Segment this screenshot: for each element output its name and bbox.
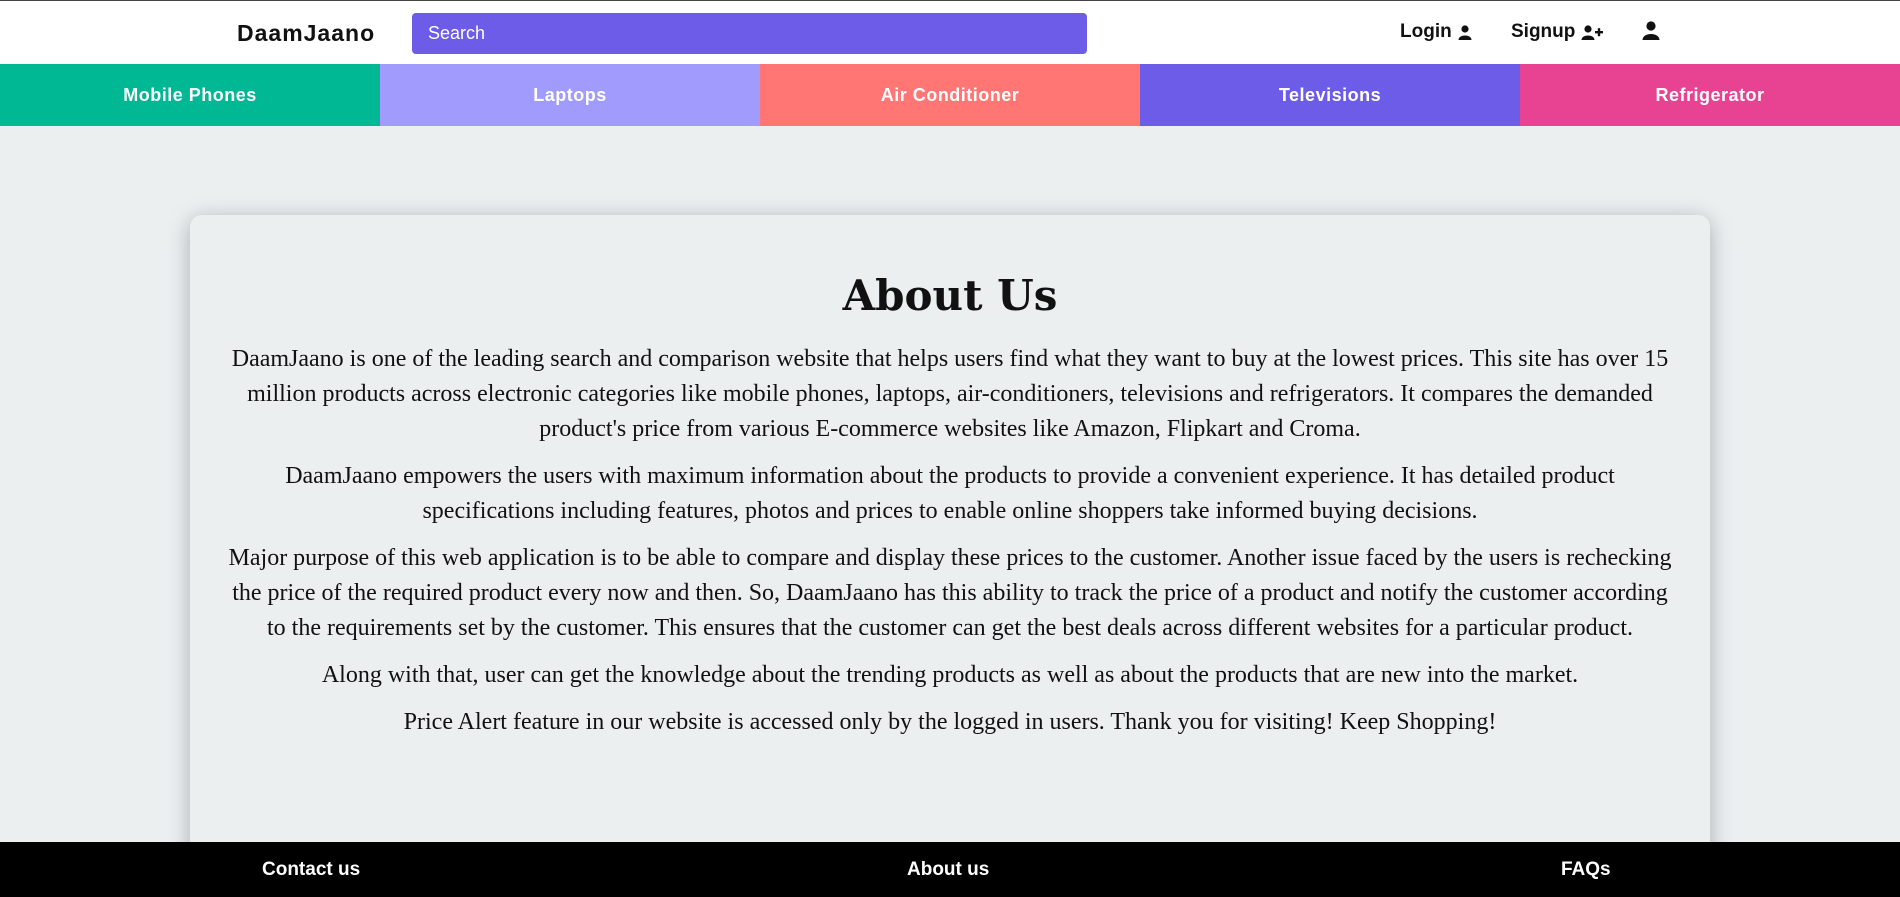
about-body: DaamJaano is one of the leading search a…: [190, 342, 1710, 740]
search-input[interactable]: [412, 13, 1087, 54]
footer-contact-link[interactable]: Contact us: [262, 859, 360, 881]
category-mobile-phones[interactable]: Mobile Phones: [0, 64, 380, 126]
category-air-conditioner[interactable]: Air Conditioner: [760, 64, 1140, 126]
about-title: About Us: [842, 271, 1058, 320]
login-label: Login: [1400, 21, 1452, 42]
brand-logo[interactable]: DaamJaano: [237, 20, 375, 47]
about-paragraph: DaamJaano empowers the users with maximu…: [285, 463, 1615, 524]
about-paragraph: Along with that, user can get the knowle…: [321, 662, 1579, 688]
category-bar: Mobile Phones Laptops Air Conditioner Te…: [0, 64, 1900, 126]
user-icon: [1458, 24, 1472, 40]
about-paragraph: Major purpose of this web application is…: [228, 545, 1672, 641]
user-plus-icon: [1581, 24, 1604, 40]
top-navbar: DaamJaano Login Signup: [0, 0, 1900, 64]
profile-icon[interactable]: [1642, 21, 1660, 40]
login-link[interactable]: Login: [1400, 21, 1472, 43]
signup-link[interactable]: Signup: [1511, 21, 1604, 43]
about-card: About Us DaamJaano is one of the leading…: [190, 215, 1710, 897]
signup-label: Signup: [1511, 21, 1576, 42]
about-paragraph: DaamJaano is one of the leading search a…: [231, 346, 1669, 442]
footer-about-link[interactable]: About us: [907, 859, 989, 881]
category-refrigerator[interactable]: Refrigerator: [1520, 64, 1900, 126]
footer: Contact us About us FAQs: [0, 842, 1900, 897]
category-televisions[interactable]: Televisions: [1140, 64, 1520, 126]
category-laptops[interactable]: Laptops: [380, 64, 760, 126]
footer-faqs-link[interactable]: FAQs: [1561, 859, 1611, 881]
about-paragraph: Price Alert feature in our website is ac…: [403, 709, 1497, 735]
